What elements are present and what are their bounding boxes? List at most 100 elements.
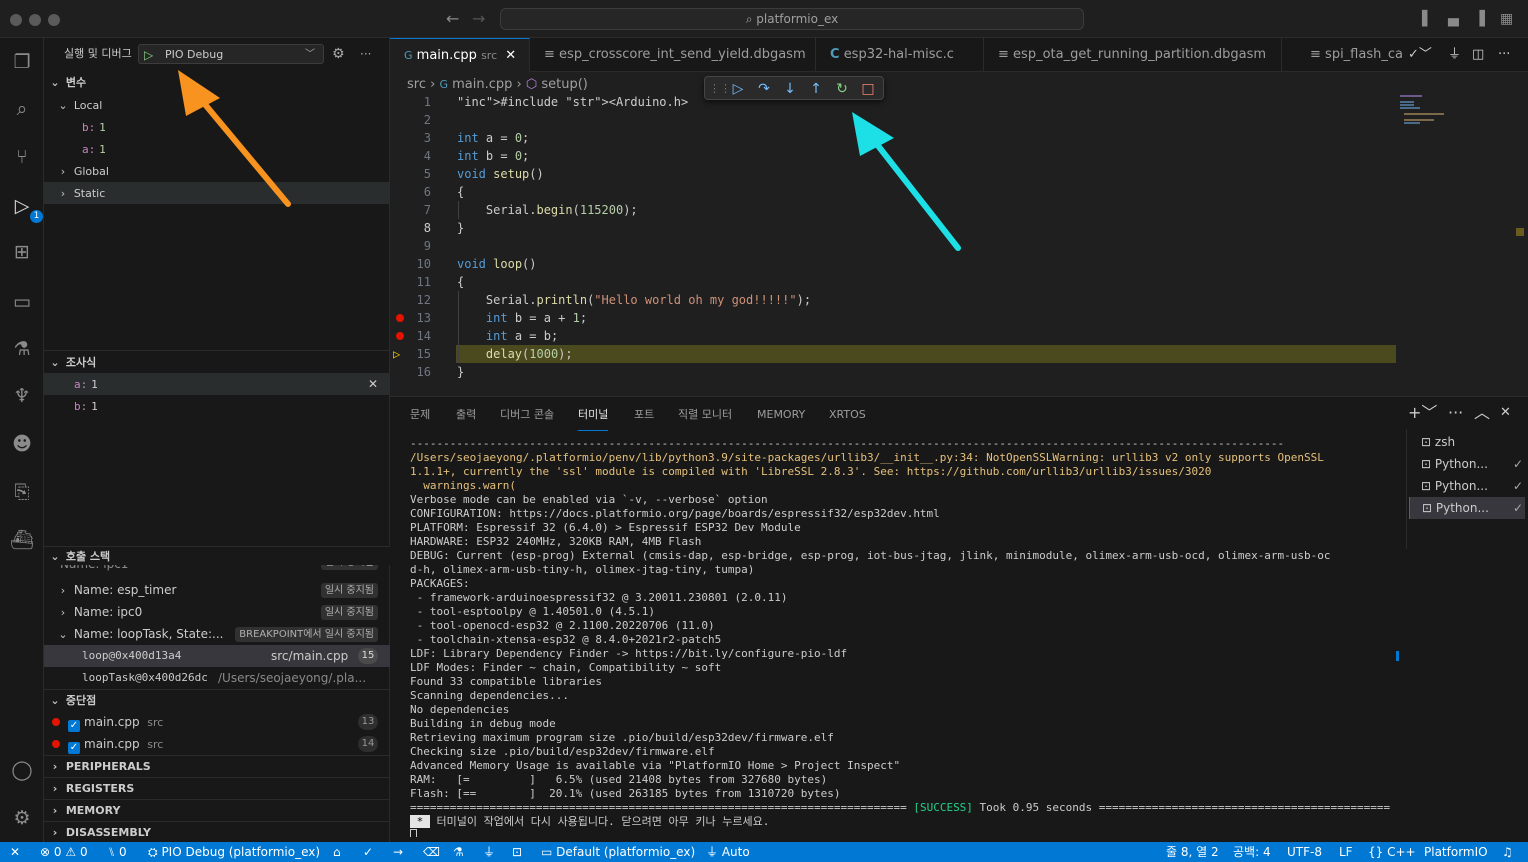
callstack-section-header[interactable]: ⌄ 호출 스택 — [44, 547, 390, 565]
pio-port-status[interactable]: ⏚ Auto — [706, 842, 750, 862]
debug-config-select[interactable]: ▷ PIO Debug ﹀ — [138, 44, 324, 64]
code-line[interactable]: 10 void loop() — [390, 255, 1400, 273]
tab-debug-console[interactable]: 디버그 콘솔 — [500, 405, 554, 431]
tab-serial-monitor[interactable]: 직렬 모니터 — [678, 405, 732, 431]
toggle-secondary-sidebar-icon[interactable]: ▐ — [1474, 11, 1485, 27]
encoding[interactable]: UTF-8 — [1287, 842, 1322, 862]
watch-item[interactable]: a: 1 ✕ — [44, 373, 390, 395]
continue-icon[interactable]: ▷ — [729, 80, 747, 98]
forward-arrow-icon[interactable]: → — [472, 11, 485, 27]
account-icon[interactable]: ◯ — [8, 756, 36, 784]
ports-status[interactable]: ⑊ 0 — [108, 842, 127, 862]
callstack-thread[interactable]: › Name: esp_timer 일시 중지됨 — [44, 579, 390, 601]
back-arrow-icon[interactable]: ← — [446, 11, 459, 27]
variable-item[interactable]: a: 1 — [44, 138, 390, 160]
more-actions-icon[interactable]: ··· — [1448, 405, 1463, 421]
checkbox-checked[interactable]: ✓ — [68, 720, 80, 732]
code-line[interactable]: 1 "inc">#include "str"><Arduino.h> — [390, 93, 1400, 111]
breadcrumb-item[interactable]: src — [407, 77, 426, 92]
pio-test-icon[interactable]: ⚗ — [453, 842, 464, 862]
platformio-status[interactable]: PlatformIO — [1424, 842, 1488, 862]
code-line[interactable]: 12 Serial.println("Hello world oh my god… — [390, 291, 1400, 309]
chevron-down-icon[interactable]: ﹀ — [305, 44, 315, 66]
variables-section-header[interactable]: ⌄ 변수 — [44, 72, 390, 94]
notifications-bell-icon[interactable]: ♫ — [1502, 842, 1513, 862]
start-debug-icon[interactable]: ▷ — [144, 44, 153, 66]
source-control-icon[interactable]: ⑂ — [8, 143, 36, 171]
close-icon[interactable]: ✕ — [1500, 405, 1511, 421]
step-out-icon[interactable]: ↑ — [807, 80, 825, 98]
serial-monitor-icon[interactable]: ⎘ — [8, 478, 36, 506]
remote-icon[interactable]: ✕ — [10, 842, 20, 862]
close-window-button[interactable] — [10, 14, 22, 26]
maximize-window-button[interactable] — [48, 14, 60, 26]
code-line[interactable]: 16} — [390, 363, 1400, 381]
terminal-item-python-active[interactable]: ⊡ Python... ✓ — [1409, 497, 1525, 519]
code-line[interactable]: 13 int b = a + 1; — [390, 309, 1400, 327]
debug-config-status[interactable]: ⛭ PIO Debug (platformio_ex) — [148, 842, 320, 862]
breakpoint-item[interactable]: ✓ main.cpp src 13 — [44, 711, 390, 733]
remote-explorer-icon[interactable]: ▭ — [8, 288, 36, 316]
code-line[interactable]: 11 { — [390, 273, 1400, 291]
tab-memory[interactable]: MEMORY — [757, 405, 805, 431]
watch-item[interactable]: b: 1 — [44, 395, 390, 417]
minimize-window-button[interactable] — [29, 14, 41, 26]
tab-xrtos[interactable]: XRTOS — [829, 405, 866, 431]
terminal-output[interactable]: ----------------------------------------… — [410, 437, 1390, 837]
variable-item[interactable]: b: 1 — [44, 116, 390, 138]
callstack-thread[interactable]: › Name: ipc0 일시 중지됨 — [44, 601, 390, 623]
code-line[interactable]: 4 int b = 0; — [390, 147, 1400, 165]
tab-terminal[interactable]: 터미널 — [578, 405, 609, 431]
disassembly-section-header[interactable]: › DISASSEMBLY — [44, 821, 390, 843]
gear-icon[interactable]: ⚙ — [332, 43, 345, 65]
close-icon[interactable]: ✕ — [368, 373, 378, 395]
close-icon[interactable]: ✕ — [505, 48, 516, 63]
check-chevron-icon[interactable]: ✓﹀ — [1408, 47, 1432, 63]
pio-build-icon[interactable]: ✓ — [363, 842, 373, 862]
peripherals-section-header[interactable]: › PERIPHERALS — [44, 755, 390, 777]
end-of-line[interactable]: LF — [1339, 842, 1353, 862]
toggle-sidebar-icon[interactable]: ▌ — [1422, 11, 1433, 27]
code-line[interactable]: 3 int a = 0; — [390, 129, 1400, 147]
tab-main-cpp[interactable]: G main.cpp src ✕ — [390, 38, 530, 72]
extensions-icon[interactable]: ⊞ — [8, 238, 36, 266]
problems-status[interactable]: ⊗ 0 ⚠ 0 — [40, 842, 88, 862]
code-editor[interactable]: 1 "inc">#include "str"><Arduino.h> 2 3 int a… — [390, 93, 1528, 393]
python-icon[interactable]: ♆ — [8, 382, 36, 410]
callstack-frame[interactable]: loopTask@0x400d26dc/Users/seojaeyong/.pl… — [44, 667, 390, 689]
code-line[interactable]: 9 — [390, 237, 1400, 255]
pio-clean-icon[interactable]: ⌫ — [423, 842, 440, 862]
restart-icon[interactable]: ↻ — [833, 80, 851, 98]
tab-hal-misc[interactable]: C esp32-hal-misc.c — [816, 38, 984, 72]
scope-local[interactable]: ⌄ Local — [44, 94, 390, 116]
stop-icon[interactable]: □ — [859, 80, 877, 98]
tab-ports[interactable]: 포트 — [634, 405, 654, 431]
code-line[interactable]: 6{ — [390, 183, 1400, 201]
explorer-icon[interactable]: ❐ — [8, 48, 36, 76]
memory-section-header[interactable]: › MEMORY — [44, 799, 390, 821]
breakpoints-section-header[interactable]: ⌄ 중단점 — [44, 689, 390, 711]
pio-upload-icon[interactable]: → — [393, 842, 403, 862]
callstack-thread-active[interactable]: ⌄ Name: loopTask, State:... BREAKPOINT에서 … — [44, 623, 390, 645]
search-icon[interactable]: ⌕ — [8, 95, 36, 123]
breakpoint-item[interactable]: ✓ main.cpp src 14 — [44, 733, 390, 755]
language-mode[interactable]: {} C++ — [1368, 842, 1416, 862]
indentation[interactable]: 공백: 4 — [1233, 842, 1271, 862]
pio-terminal-icon[interactable]: ⊡ — [512, 842, 522, 862]
pio-serial-icon[interactable]: ⏚ — [483, 842, 495, 862]
tab-dbgasm-1[interactable]: ≡ esp_crosscore_int_send_yield.dbgasm — [530, 38, 816, 72]
scope-global[interactable]: › Global — [44, 160, 390, 182]
drag-handle-icon[interactable]: ⋮⋮ — [709, 80, 731, 98]
code-line[interactable]: 5 void setup() — [390, 165, 1400, 183]
run-debug-icon[interactable]: ▷ 1 — [8, 192, 43, 223]
pio-home-icon[interactable]: ⌂ — [333, 842, 341, 862]
terminal-item-python[interactable]: ⊡ Python... ✓ — [1409, 475, 1525, 497]
terminal-item-python[interactable]: ⊡ Python... ✓ — [1409, 453, 1525, 475]
tab-dbgasm-2[interactable]: ≡ esp_ota_get_running_partition.dbgasm — [984, 38, 1282, 72]
scope-static[interactable]: › Static — [44, 182, 390, 204]
breadcrumb-item[interactable]: setup() — [541, 77, 588, 92]
maximize-panel-icon[interactable]: ︿ — [1474, 405, 1490, 421]
code-line[interactable]: 14 int a = b; — [390, 327, 1400, 345]
code-line[interactable]: ▷ 15 delay(1000); — [390, 345, 1400, 363]
breadcrumb-item[interactable]: main.cpp — [452, 77, 512, 92]
